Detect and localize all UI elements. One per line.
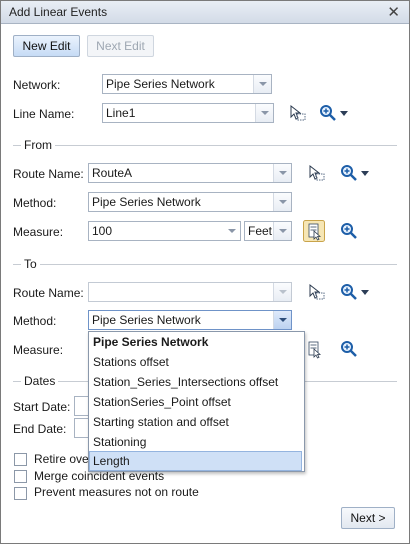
chevron-down-icon[interactable] (273, 311, 291, 329)
zoom-menu-caret-icon[interactable] (361, 290, 369, 295)
to-title: To (21, 257, 40, 271)
measure-pick-icon[interactable] (303, 338, 325, 360)
to-method-value: Pipe Series Network (92, 313, 201, 327)
to-method-label: Method: (13, 314, 57, 328)
line-name-label: Line Name: (13, 107, 75, 121)
dropdown-option-highlighted[interactable]: Length (89, 451, 302, 471)
dates-title: Dates (21, 374, 59, 388)
zoom-icon[interactable] (340, 164, 358, 182)
from-method-select[interactable]: Pipe Series Network (88, 192, 292, 212)
from-unit-select[interactable]: Feet (244, 221, 292, 241)
from-unit-value: Feet (248, 224, 273, 238)
close-icon[interactable]: ✕ (387, 3, 400, 21)
network-value: Pipe Series Network (106, 77, 215, 91)
chevron-down-icon[interactable] (253, 75, 271, 93)
to-route-select[interactable] (88, 282, 292, 302)
next-button[interactable]: Next > (341, 507, 395, 529)
zoom-icon[interactable] (340, 283, 358, 301)
method-dropdown-list: Pipe Series Network Stations offset Stat… (88, 331, 305, 472)
dropdown-option[interactable]: Pipe Series Network (89, 332, 302, 352)
chevron-down-icon[interactable] (223, 222, 240, 240)
dropdown-option[interactable]: Stationing (89, 432, 302, 452)
end-date-label: End Date: (13, 422, 67, 436)
title-bar: Add Linear Events ✕ (1, 1, 409, 24)
zoom-icon[interactable] (340, 340, 358, 358)
from-route-value: RouteA (92, 166, 133, 180)
to-divider (13, 264, 397, 265)
chevron-down-icon[interactable] (255, 104, 273, 122)
zoom-icon[interactable] (319, 104, 337, 122)
from-measure-input[interactable]: 100 (88, 221, 241, 241)
from-method-value: Pipe Series Network (92, 195, 201, 209)
from-title: From (21, 138, 55, 152)
to-route-label: Route Name: (13, 286, 84, 300)
select-on-map-icon[interactable] (288, 104, 306, 122)
network-label: Network: (13, 78, 61, 92)
chevron-down-icon[interactable] (273, 283, 291, 301)
dropdown-option[interactable]: Station_Series_Intersections offset (89, 372, 302, 392)
chevron-down-icon[interactable] (273, 222, 291, 240)
from-method-label: Method: (13, 196, 57, 210)
from-measure-label: Measure: (13, 225, 64, 239)
new-edit-button[interactable]: New Edit (13, 35, 80, 57)
dropdown-option[interactable]: StationSeries_Point offset (89, 392, 302, 412)
from-route-select[interactable]: RouteA (88, 163, 292, 183)
dropdown-option[interactable]: Stations offset (89, 352, 302, 372)
to-method-select[interactable]: Pipe Series Network (88, 310, 292, 330)
prevent-checkbox[interactable] (14, 487, 27, 500)
retire-checkbox[interactable] (14, 453, 27, 466)
prevent-label: Prevent measures not on route (34, 485, 199, 499)
measure-pick-icon[interactable] (303, 220, 325, 242)
select-on-map-icon[interactable] (307, 164, 325, 182)
merge-checkbox[interactable] (14, 470, 27, 483)
chevron-down-icon[interactable] (273, 193, 291, 211)
next-edit-button[interactable]: Next Edit (87, 35, 154, 57)
line-name-select[interactable]: Line1 (102, 103, 274, 123)
network-select[interactable]: Pipe Series Network (102, 74, 272, 94)
from-measure-value: 100 (92, 224, 113, 238)
to-measure-label: Measure: (13, 343, 64, 357)
select-on-map-icon[interactable] (307, 283, 325, 301)
zoom-menu-caret-icon[interactable] (340, 111, 348, 116)
zoom-icon[interactable] (340, 222, 358, 240)
retire-label: Retire ove (34, 452, 89, 466)
from-divider (13, 145, 397, 146)
zoom-menu-caret-icon[interactable] (361, 171, 369, 176)
add-linear-events-window: Add Linear Events ✕ New Edit Next Edit N… (0, 0, 410, 544)
start-date-label: Start Date: (13, 400, 71, 414)
from-route-label: Route Name: (13, 167, 84, 181)
window-title: Add Linear Events (9, 5, 108, 19)
line-name-value: Line1 (106, 106, 136, 120)
dropdown-option[interactable]: Starting station and offset (89, 412, 302, 432)
chevron-down-icon[interactable] (273, 164, 291, 182)
